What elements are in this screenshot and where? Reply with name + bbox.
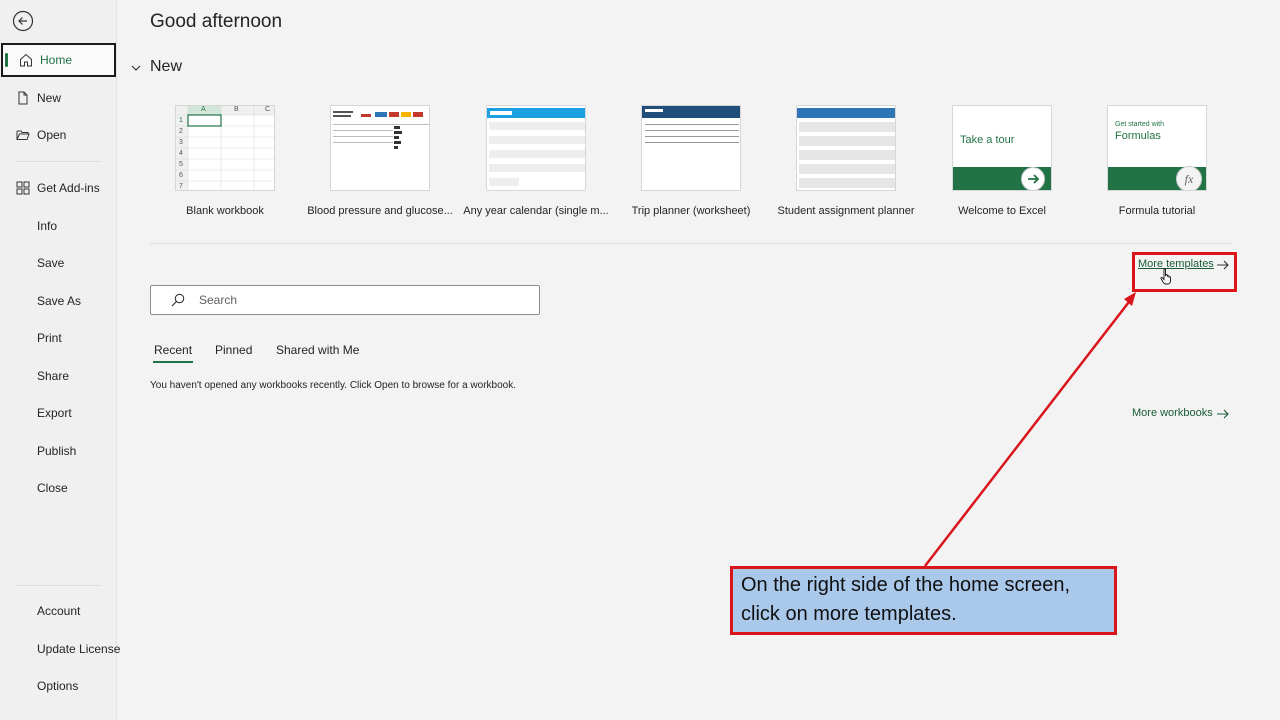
instruction-callout: On the right side of the home screen, cl… [730, 566, 1117, 635]
search-input[interactable] [199, 291, 519, 309]
page-title: Good afternoon [150, 11, 283, 32]
row-header: 7 [179, 183, 183, 190]
sidebar-item-share[interactable]: Share [0, 359, 117, 393]
more-workbooks-link[interactable]: More workbooks [1132, 407, 1213, 419]
template-label: Any year calendar (single m... [463, 205, 609, 217]
search-icon [171, 293, 185, 307]
sidebar-item-new[interactable]: New [0, 81, 117, 115]
template-label: Trip planner (worksheet) [631, 205, 751, 217]
callout-line-1: On the right side of the home screen, [741, 574, 1071, 596]
template-label: Blood pressure and glucose... [307, 205, 453, 217]
sidebar-item-home[interactable]: Home [1, 43, 116, 77]
template-label: Blank workbook [186, 205, 264, 217]
home-icon [18, 52, 34, 68]
column-header: C [265, 106, 271, 113]
template-thumbnail: A B C 1 2 3 4 5 6 7 [175, 105, 275, 191]
back-arrow-icon[interactable] [12, 10, 34, 32]
row-header: 1 [179, 117, 183, 124]
template-thumbnail [641, 105, 741, 191]
sidebar-item-export[interactable]: Export [0, 396, 117, 430]
thumb-title: Take a tour [960, 134, 1015, 146]
row-header: 5 [179, 161, 183, 168]
tab-shared-with-me[interactable]: Shared with Me [276, 343, 359, 357]
sidebar-item-label: Export [37, 406, 72, 420]
empty-state-message: You haven't opened any workbooks recentl… [150, 380, 517, 391]
template-label: Student assignment planner [777, 205, 915, 217]
sidebar-item-get-add-ins[interactable]: Get Add-ins [0, 171, 117, 205]
thumb-subtitle: Get started with [1115, 121, 1165, 128]
callout-line-2: click on more templates. [741, 603, 957, 625]
sidebar-item-info[interactable]: Info [0, 209, 117, 243]
search-box[interactable] [150, 285, 540, 315]
sidebar-item-save-as[interactable]: Save As [0, 284, 117, 318]
sidebar: Home New Open Get Add-ins Info Save Save… [0, 0, 121, 720]
template-label: Welcome to Excel [958, 205, 1046, 217]
column-header: B [234, 106, 239, 113]
template-thumbnail [486, 105, 586, 191]
chevron-down-icon[interactable] [130, 61, 142, 73]
template-thumbnail [796, 105, 896, 191]
template-label: Formula tutorial [1118, 205, 1196, 217]
sidebar-item-label: Info [37, 219, 58, 233]
tab-pinned[interactable]: Pinned [215, 343, 252, 357]
row-header: 2 [179, 128, 183, 135]
sidebar-item-update-license[interactable]: Update License [0, 632, 121, 666]
sidebar-item-label: Update License [37, 642, 121, 656]
sidebar-item-publish[interactable]: Publish [0, 434, 117, 468]
highlight-box [1132, 252, 1237, 292]
fx-icon: fx [1176, 166, 1202, 190]
sidebar-item-options[interactable]: Options [0, 669, 117, 703]
sidebar-item-label: Save As [37, 294, 82, 308]
thumb-title: Formulas [1115, 130, 1161, 142]
sidebar-item-account[interactable]: Account [0, 594, 117, 628]
sidebar-item-label: Open [37, 128, 67, 142]
row-header: 3 [179, 139, 183, 146]
row-header: 4 [179, 150, 183, 157]
sidebar-item-open[interactable]: Open [0, 118, 117, 152]
row-header: 6 [179, 172, 183, 179]
sidebar-item-label: Publish [37, 444, 77, 458]
tab-recent[interactable]: Recent [152, 343, 194, 363]
column-header: A [201, 106, 206, 113]
arrow-right-icon [1021, 167, 1045, 190]
template-thumbnail: Take a tour [952, 105, 1052, 191]
sidebar-item-save[interactable]: Save [0, 246, 117, 280]
template-thumbnail: Get started with Formulas fx [1107, 105, 1207, 191]
sidebar-item-label: Account [37, 604, 81, 618]
grid-icon [15, 180, 31, 196]
arrow-right-icon[interactable] [1216, 407, 1230, 419]
sidebar-divider [16, 585, 101, 586]
new-file-icon [15, 90, 31, 106]
sidebar-item-label: Save [37, 256, 65, 270]
hand-cursor-icon [1160, 268, 1172, 285]
new-section-heading: New [150, 58, 183, 75]
template-thumbnail [330, 105, 430, 191]
open-folder-icon [15, 127, 31, 143]
sidebar-item-label: Close [37, 481, 68, 495]
sidebar-item-label: Home [40, 53, 73, 67]
sidebar-item-label: New [37, 91, 62, 105]
sidebar-item-close[interactable]: Close [0, 471, 117, 505]
sidebar-item-label: Print [37, 331, 62, 345]
sidebar-item-label: Get Add-ins [37, 181, 100, 195]
section-divider [150, 243, 1233, 244]
sidebar-item-label: Share [37, 369, 70, 383]
sidebar-item-print[interactable]: Print [0, 321, 117, 355]
sidebar-item-label: Options [37, 679, 79, 693]
sidebar-divider [16, 161, 101, 162]
